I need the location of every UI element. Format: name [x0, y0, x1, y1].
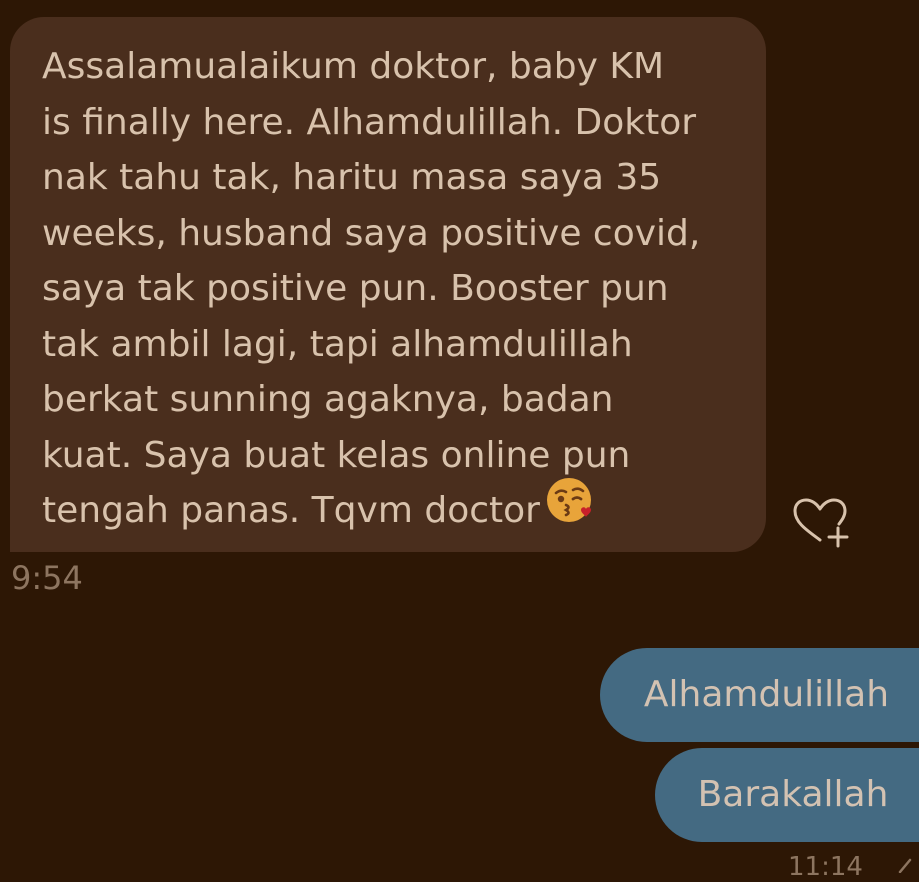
- add-reaction-heart-icon[interactable]: [790, 496, 852, 550]
- incoming-message-bubble[interactable]: Assalamualaikum doktor, baby KM is final…: [10, 17, 766, 552]
- chat-conversation: Assalamualaikum doktor, baby KM is final…: [0, 0, 919, 882]
- read-check-icon: [898, 856, 919, 874]
- incoming-message-timestamp: 9:54: [11, 559, 83, 597]
- outgoing-message-timestamp: 11:14: [788, 852, 863, 882]
- incoming-message-text: Assalamualaikum doktor, baby KM is final…: [42, 46, 701, 531]
- kissing-face-emoji-icon: [546, 476, 594, 541]
- outgoing-message-bubble[interactable]: Barakallah: [655, 748, 919, 842]
- outgoing-message-bubble[interactable]: Alhamdulillah: [600, 648, 919, 742]
- outgoing-message-text: Alhamdulillah: [643, 674, 890, 715]
- outgoing-message-text: Barakallah: [697, 774, 889, 815]
